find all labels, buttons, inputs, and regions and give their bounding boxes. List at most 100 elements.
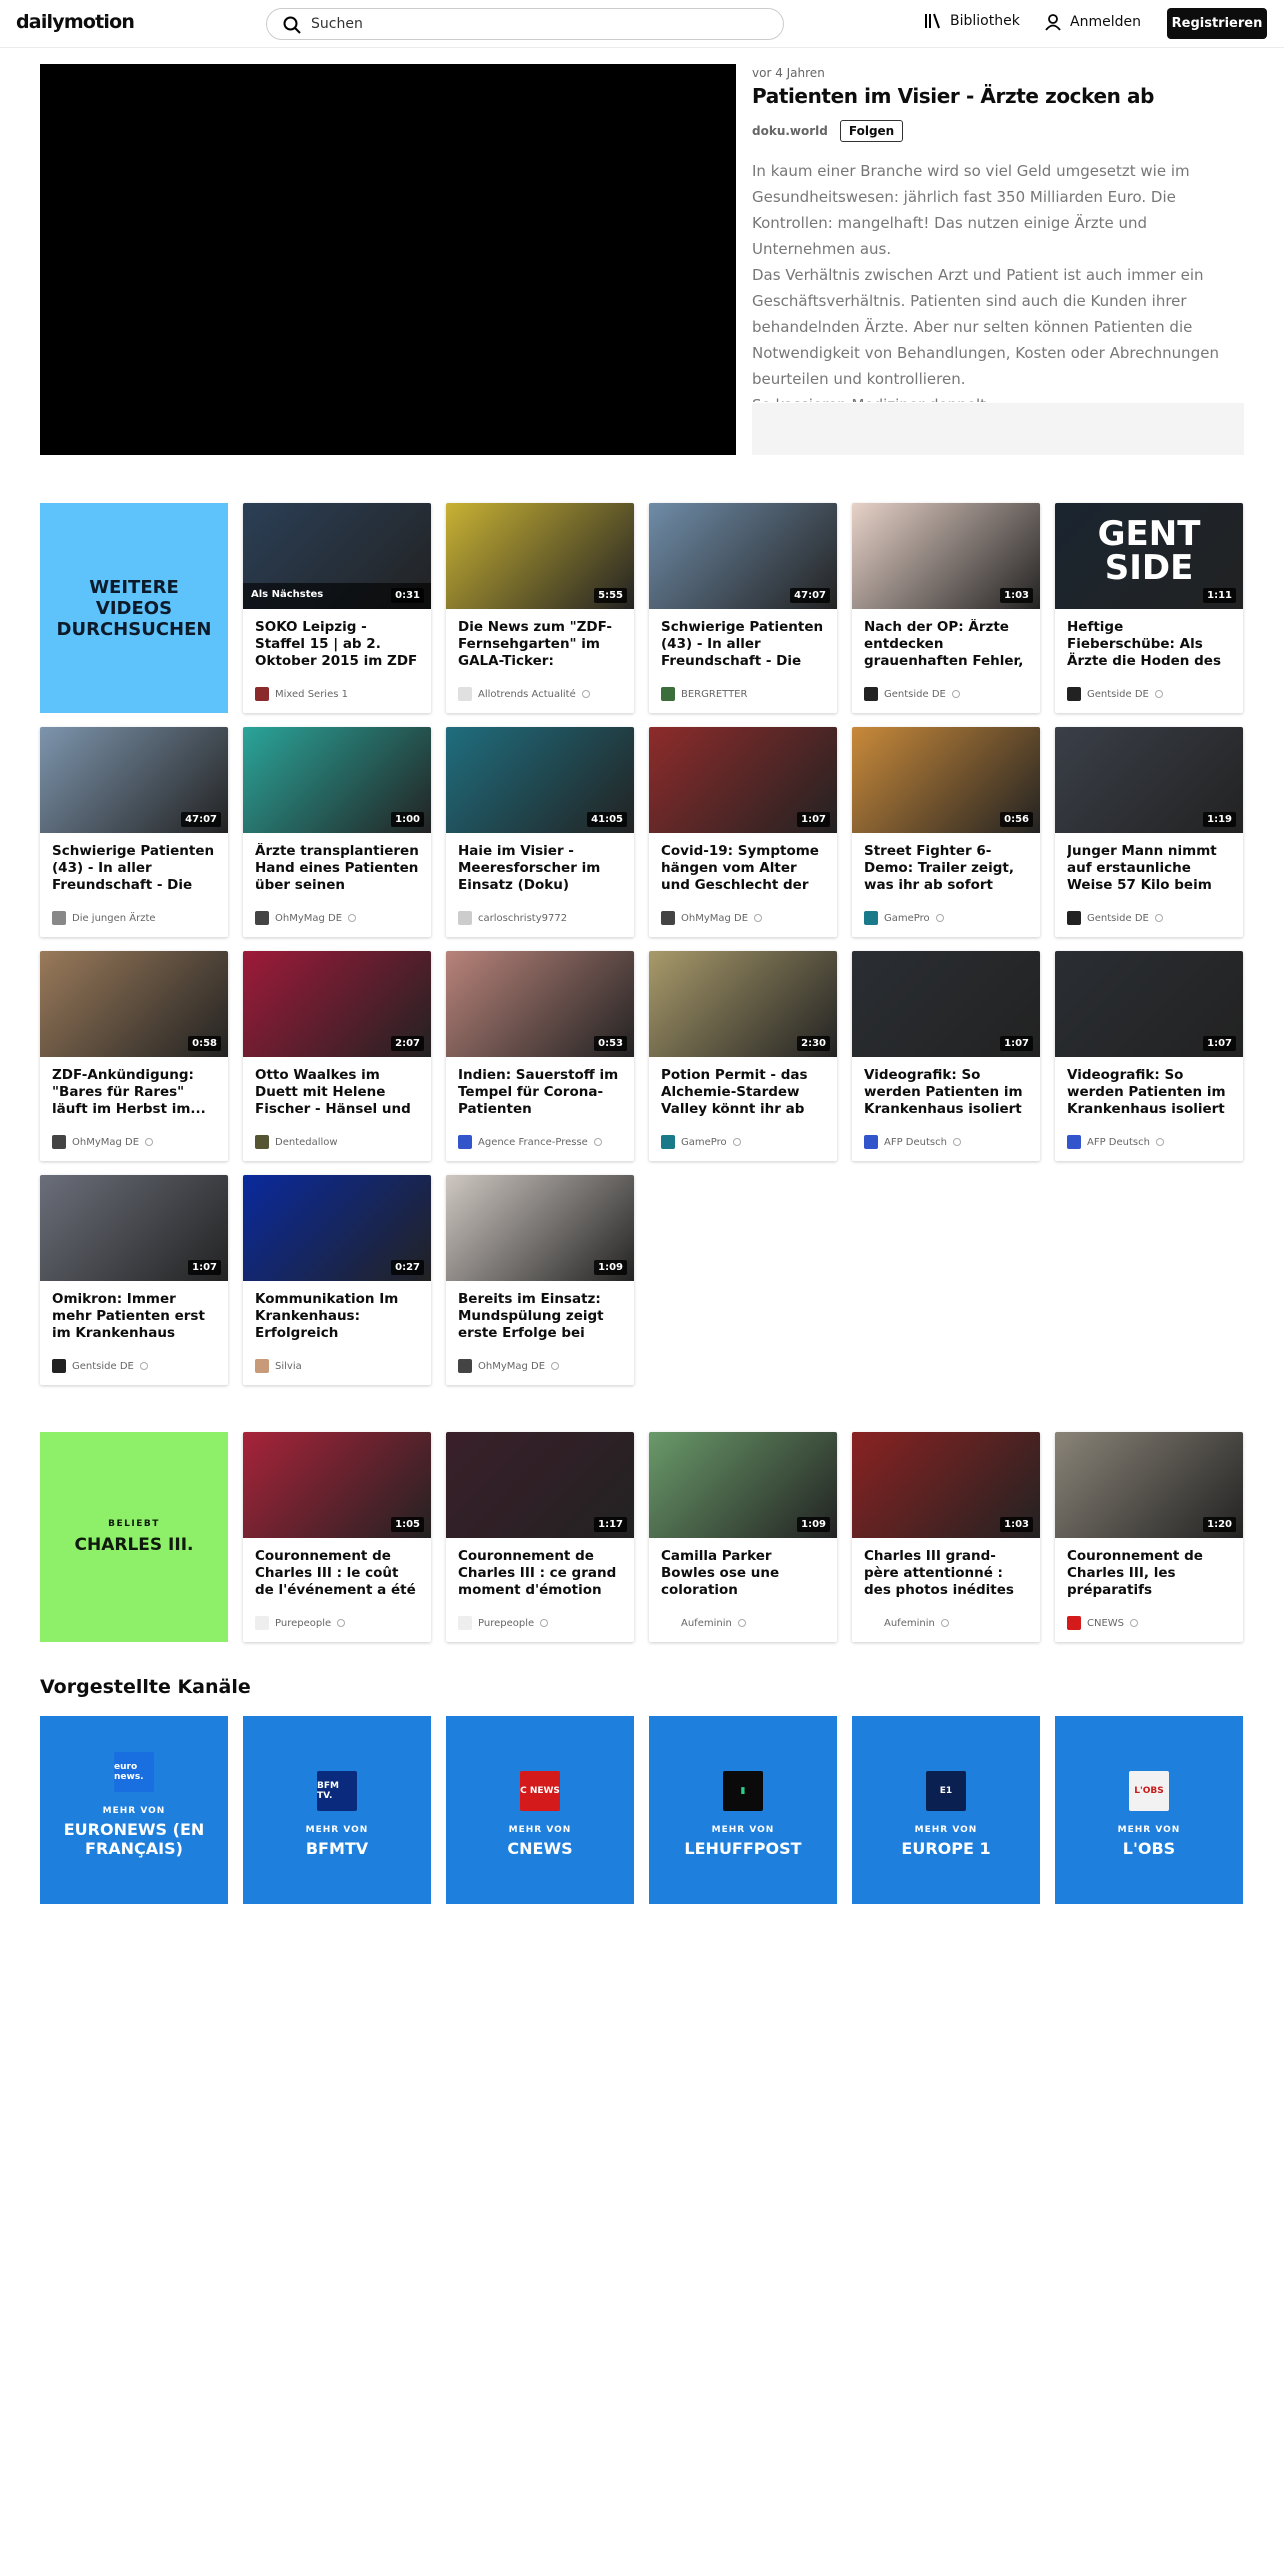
video-card-title[interactable]: Videografik: So werden Patienten im Kran… (864, 1067, 1028, 1118)
video-card-channel[interactable]: Allotrends Actualité (458, 687, 590, 701)
video-thumbnail[interactable]: 1:03 (852, 503, 1040, 609)
video-card-title[interactable]: Schwierige Patienten (43) - In aller Fre… (52, 843, 216, 894)
video-card[interactable]: GENT SIDE 1:11 Heftige Fieberschübe: Als Ä… (1055, 503, 1243, 713)
video-thumbnail[interactable]: 1:07 (649, 727, 837, 833)
video-card[interactable]: 0:56 Street Fighter 6-Demo: Trailer zeigt… (852, 727, 1040, 937)
video-thumbnail[interactable]: GENT SIDE 1:11 (1055, 503, 1243, 609)
video-card[interactable]: 1:19 Junger Mann nimmt auf erstaunliche W… (1055, 727, 1243, 937)
video-card[interactable]: 1:09 Camilla Parker Bowles ose une colora… (649, 1432, 837, 1642)
video-card-title[interactable]: Haie im Visier - Meeresforscher im Einsa… (458, 843, 622, 894)
channel-name[interactable]: doku.world (752, 124, 828, 138)
video-card[interactable]: 1:07 Omikron: Immer mehr Patienten erst i… (40, 1175, 228, 1385)
video-card-title[interactable]: Couronnement de Charles III : le coût de… (255, 1548, 419, 1599)
video-card[interactable]: Als Nächstes 0:31 SOKO Leipzig - Staffel 1… (243, 503, 431, 713)
video-card-channel[interactable]: BERGRETTER (661, 687, 747, 701)
video-card-channel[interactable]: carloschristy9772 (458, 911, 567, 925)
video-card-channel[interactable]: AFP Deutsch (1067, 1135, 1164, 1149)
video-card-channel[interactable]: Die jungen Ärzte (52, 911, 156, 925)
video-card-title[interactable]: Charles III grand-père attentionné : des… (864, 1548, 1028, 1599)
video-card-channel[interactable]: Purepeople (255, 1616, 346, 1630)
video-thumbnail[interactable]: 1:07 (40, 1175, 228, 1281)
video-card[interactable]: 47:07 Schwierige Patienten (43) - In alle… (40, 727, 228, 937)
video-card-title[interactable]: Covid-19: Symptome hängen vom Alter und … (661, 843, 825, 894)
video-card[interactable]: 0:58 ZDF-Ankündigung: "Bares für Rares" l… (40, 951, 228, 1161)
featured-channel-card[interactable]: ▮ MEHR VON LEHUFFPOST (649, 1716, 837, 1904)
video-card-title[interactable]: ZDF-Ankündigung: "Bares für Rares" läuft… (52, 1067, 216, 1118)
video-card[interactable]: 2:30 Potion Permit - das Alchemie-Stardew… (649, 951, 837, 1161)
featured-channel-card[interactable]: euro news. MEHR VON EURONEWS (EN FRANÇAIS) (40, 1716, 228, 1904)
featured-channel-card[interactable]: L'OBS MEHR VON L'OBS (1055, 1716, 1243, 1904)
video-card[interactable]: 2:07 Otto Waalkes im Duett mit Helene Fis… (243, 951, 431, 1161)
featured-channel-card[interactable]: E1 MEHR VON EUROPE 1 (852, 1716, 1040, 1904)
video-card-title[interactable]: Indien: Sauerstoff im Tempel für Corona-… (458, 1067, 622, 1118)
login-button[interactable]: Anmelden (1044, 13, 1141, 31)
video-card-title[interactable]: Bereits im Einsatz: Mundspülung zeigt er… (458, 1291, 622, 1342)
video-card[interactable]: 1:00 Ärzte transplantieren Hand eines Pat… (243, 727, 431, 937)
video-thumbnail[interactable]: 47:07 (649, 503, 837, 609)
video-card-channel[interactable]: Gentside DE (864, 687, 960, 701)
video-thumbnail[interactable]: 1:03 (852, 1432, 1040, 1538)
video-card-channel[interactable]: Dentedallow (255, 1135, 338, 1149)
video-card[interactable]: 1:17 Couronnement de Charles III : ce gra… (446, 1432, 634, 1642)
video-card-title[interactable]: Videografik: So werden Patienten im Kran… (1067, 1067, 1231, 1118)
dailymotion-logo[interactable]: dailymotion (16, 11, 135, 33)
video-card-title[interactable]: Ärzte transplantieren Hand eines Patient… (255, 843, 419, 894)
video-card[interactable]: 0:27 Kommunikation Im Krankenhaus: Erfolg… (243, 1175, 431, 1385)
video-player[interactable] (40, 64, 736, 455)
video-card-channel[interactable]: Silvia (255, 1359, 302, 1373)
video-card-channel[interactable]: OhMyMag DE (458, 1359, 560, 1373)
video-card[interactable]: 5:55 Die News zum "ZDF-Fernsehgarten" im … (446, 503, 634, 713)
video-thumbnail[interactable]: 47:07 (40, 727, 228, 833)
video-thumbnail[interactable]: 1:07 (1055, 951, 1243, 1057)
video-card[interactable]: 1:20 Couronnement de Charles III, les pré… (1055, 1432, 1243, 1642)
video-card-channel[interactable]: OhMyMag DE (52, 1135, 154, 1149)
video-card-title[interactable]: Camilla Parker Bowles ose une coloration… (661, 1548, 825, 1599)
video-card-title[interactable]: Otto Waalkes im Duett mit Helene Fischer… (255, 1067, 419, 1118)
search-input[interactable]: Suchen (266, 8, 784, 40)
video-card-channel[interactable]: Gentside DE (1067, 687, 1163, 701)
video-card-channel[interactable]: OhMyMag DE (661, 911, 763, 925)
video-card[interactable]: 1:07 Videografik: So werden Patienten im … (1055, 951, 1243, 1161)
video-card-title[interactable]: Couronnement de Charles III, les prépara… (1067, 1548, 1231, 1599)
video-card[interactable]: 47:07 Schwierige Patienten (43) - In alle… (649, 503, 837, 713)
video-thumbnail[interactable]: Als Nächstes 0:31 (243, 503, 431, 609)
video-card[interactable]: 1:03 Nach der OP: Ärzte entdecken grauenh… (852, 503, 1040, 713)
video-thumbnail[interactable]: 41:05 (446, 727, 634, 833)
video-card-title[interactable]: Nach der OP: Ärzte entdecken grauenhafte… (864, 619, 1028, 670)
video-card-title[interactable]: Heftige Fieberschübe: Als Ärzte die Hode… (1067, 619, 1231, 670)
video-card-channel[interactable]: Agence France-Presse (458, 1135, 602, 1149)
video-card-title[interactable]: Schwierige Patienten (43) - In aller Fre… (661, 619, 825, 670)
video-thumbnail[interactable]: 0:27 (243, 1175, 431, 1281)
video-thumbnail[interactable]: 1:07 (852, 951, 1040, 1057)
video-card[interactable]: 41:05 Haie im Visier - Meeresforscher im … (446, 727, 634, 937)
video-thumbnail[interactable]: 2:30 (649, 951, 837, 1057)
video-thumbnail[interactable]: 1:00 (243, 727, 431, 833)
video-thumbnail[interactable]: 0:56 (852, 727, 1040, 833)
video-card-title[interactable]: Potion Permit - das Alchemie-Stardew Val… (661, 1067, 825, 1118)
video-thumbnail[interactable]: 1:20 (1055, 1432, 1243, 1538)
video-card[interactable]: 1:07 Videografik: So werden Patienten im … (852, 951, 1040, 1161)
video-thumbnail[interactable]: 2:07 (243, 951, 431, 1057)
video-card[interactable]: 0:53 Indien: Sauerstoff im Tempel für Cor… (446, 951, 634, 1161)
video-card-title[interactable]: Street Fighter 6-Demo: Trailer zeigt, wa… (864, 843, 1028, 894)
video-thumbnail[interactable]: 1:17 (446, 1432, 634, 1538)
video-card-channel[interactable]: Gentside DE (52, 1359, 148, 1373)
video-thumbnail[interactable]: 0:53 (446, 951, 634, 1057)
video-card-channel[interactable]: Aufeminin (864, 1616, 949, 1630)
video-card[interactable]: 1:03 Charles III grand-père attentionné :… (852, 1432, 1040, 1642)
featured-channel-card[interactable]: BFM TV. MEHR VON BFMTV (243, 1716, 431, 1904)
video-card-channel[interactable]: Aufeminin (661, 1616, 746, 1630)
video-thumbnail[interactable]: 1:09 (446, 1175, 634, 1281)
video-thumbnail[interactable]: 5:55 (446, 503, 634, 609)
video-card-channel[interactable]: Gentside DE (1067, 911, 1163, 925)
library-button[interactable]: Bibliothek (924, 13, 1020, 29)
browse-more-videos-tile[interactable]: WEITERE VIDEOS DURCHSUCHEN (40, 503, 228, 713)
featured-channel-card[interactable]: C NEWS MEHR VON CNEWS (446, 1716, 634, 1904)
video-card[interactable]: 1:09 Bereits im Einsatz: Mundspülung zeig… (446, 1175, 634, 1385)
video-thumbnail[interactable]: 1:09 (649, 1432, 837, 1538)
register-button[interactable]: Registrieren (1167, 8, 1267, 39)
video-card-channel[interactable]: AFP Deutsch (864, 1135, 961, 1149)
video-card-channel[interactable]: Mixed Series 1 (255, 687, 348, 701)
video-thumbnail[interactable]: 1:05 (243, 1432, 431, 1538)
video-card-title[interactable]: Die News zum "ZDF-Fernsehgarten" im GALA… (458, 619, 622, 670)
